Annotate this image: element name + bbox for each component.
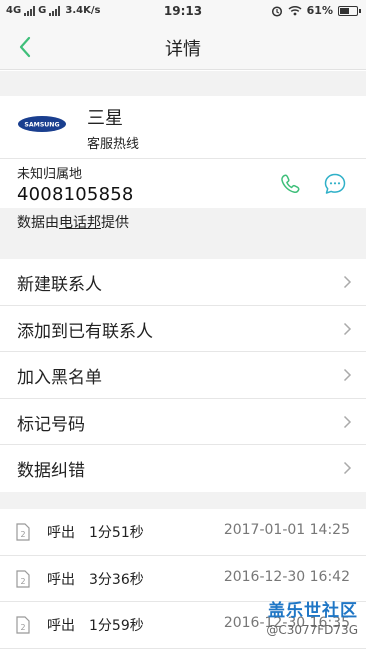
wifi-icon (288, 5, 302, 16)
provider-prefix: 数据由 (17, 215, 59, 231)
samsung-logo: SAMSUNG (18, 116, 66, 132)
call-log-row[interactable]: 2 呼出 1分51秒 2017-01-01 14:25 (0, 509, 366, 556)
page-title: 详情 (165, 39, 201, 60)
menu-item-label: 数据纠错 (17, 461, 85, 481)
menu-item-report-error[interactable]: 数据纠错 (0, 445, 366, 492)
action-menu: 新建联系人 添加到已有联系人 加入黑名单 标记号码 数据纠错 (0, 259, 366, 492)
title-bar: 详情 (0, 24, 366, 70)
company-name: 三星 (87, 108, 123, 129)
battery-icon (338, 5, 361, 16)
menu-item-mark-number[interactable]: 标记号码 (0, 399, 366, 445)
call-datetime: 2016-12-30 16:42 (223, 568, 350, 585)
company-subtitle: 客服热线 (87, 137, 140, 152)
message-button[interactable] (322, 171, 348, 197)
call-duration: 3分36秒 (89, 571, 144, 588)
menu-item-blacklist[interactable]: 加入黑名单 (0, 352, 366, 399)
section-gap (0, 236, 366, 259)
logo-text: SAMSUNG (24, 121, 59, 128)
battery-percent: 61% (306, 4, 333, 17)
call-datetime: 2016-12-30 16:35 (223, 615, 350, 631)
call-log-row[interactable]: 2 呼出 1分59秒 2016-12-30 16:35 (0, 602, 366, 649)
menu-item-label: 添加到已有联系人 (17, 321, 153, 342)
section-gap (0, 71, 366, 96)
section-gap (0, 492, 366, 509)
call-type: 呼出 (47, 571, 75, 588)
chevron-right-icon (343, 368, 352, 382)
chevron-right-icon (343, 322, 352, 335)
call-duration: 1分59秒 (89, 618, 144, 634)
status-right-icons: 61% (271, 4, 361, 17)
call-duration: 1分51秒 (89, 525, 144, 541)
chevron-right-icon (343, 461, 352, 475)
call-button[interactable] (277, 171, 303, 197)
chevron-right-icon (343, 415, 352, 428)
status-bar: 4G G 3.4K/s 19:13 61% (0, 0, 366, 24)
menu-item-label: 加入黑名单 (17, 368, 102, 388)
svg-text:2: 2 (20, 577, 25, 586)
call-type: 呼出 (47, 618, 75, 634)
phone-icon (281, 174, 300, 193)
alarm-icon (271, 5, 282, 17)
menu-item-label: 新建联系人 (17, 275, 102, 295)
sim2-icon: 2 (16, 616, 30, 634)
svg-text:2: 2 (20, 530, 25, 539)
divider (0, 158, 366, 159)
sim2-icon: 2 (16, 569, 30, 588)
sim2-icon: 2 (16, 523, 30, 541)
call-log-list: 2 呼出 1分51秒 2017-01-01 14:25 2 呼出 3分36秒 2… (0, 509, 366, 649)
menu-item-add-to-contact[interactable]: 添加到已有联系人 (0, 306, 366, 352)
number-location: 未知归属地 (17, 167, 83, 182)
call-datetime: 2017-01-01 14:25 (223, 522, 350, 538)
data-provider-note: 数据由电话邦提供 (0, 208, 366, 236)
provider-suffix: 提供 (101, 215, 129, 231)
menu-item-new-contact[interactable]: 新建联系人 (0, 259, 366, 306)
contact-card: SAMSUNG 三星 客服热线 未知归属地 4008105858 (0, 96, 366, 208)
phone-number[interactable]: 4008105858 (17, 184, 134, 205)
menu-item-label: 标记号码 (17, 414, 85, 435)
call-log-row[interactable]: 2 呼出 3分36秒 2016-12-30 16:42 (0, 556, 366, 602)
provider-link[interactable]: 电话邦 (59, 215, 101, 231)
svg-text:2: 2 (20, 623, 25, 632)
call-type: 呼出 (47, 525, 75, 541)
chevron-right-icon (343, 275, 352, 289)
